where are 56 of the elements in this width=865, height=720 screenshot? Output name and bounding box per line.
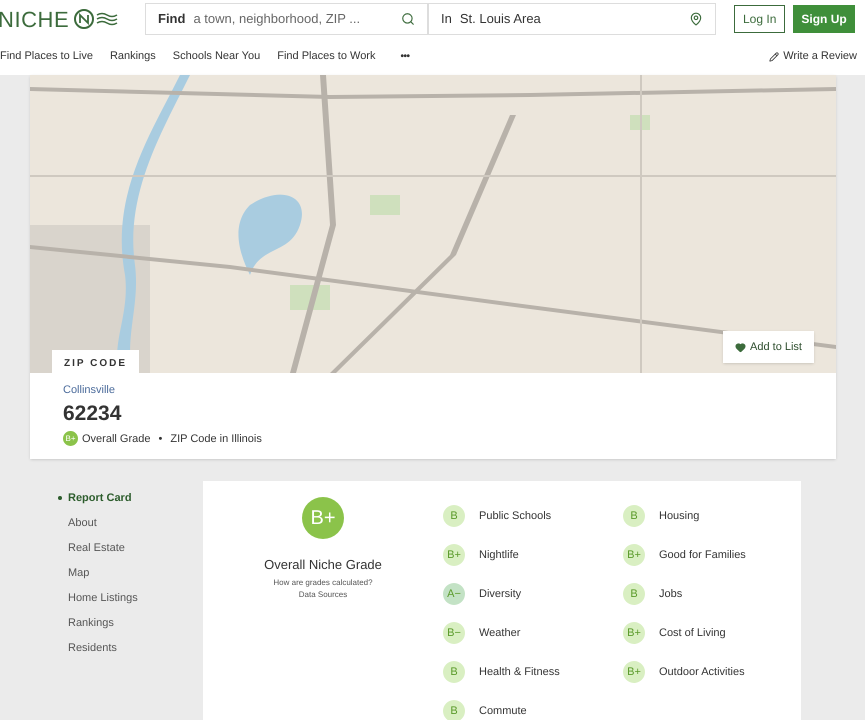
- grade-category: Weather: [479, 626, 520, 641]
- city-link[interactable]: Collinsville: [63, 382, 836, 398]
- grade-badge: B: [443, 700, 465, 720]
- nav-link[interactable]: Schools Near You: [172, 48, 260, 65]
- grade-badge: B: [623, 505, 645, 527]
- pencil-icon: [769, 52, 780, 62]
- zip-code-badge: ZIP CODE: [52, 350, 140, 373]
- map-pin-icon: [689, 12, 703, 26]
- grade-badge: B+: [623, 661, 645, 683]
- nav-link[interactable]: Find Places to Work: [277, 48, 376, 65]
- sidebar-item[interactable]: Map: [58, 564, 203, 582]
- grade-badge: B+: [623, 544, 645, 566]
- overall-grade-title: Overall Niche Grade: [264, 556, 382, 574]
- signup-button[interactable]: Sign Up: [793, 5, 855, 33]
- grade-category: Cost of Living: [659, 626, 726, 641]
- logo[interactable]: NICHE: [0, 2, 70, 36]
- login-button[interactable]: Log In: [734, 5, 786, 33]
- grade-badge: B: [623, 583, 645, 605]
- grades-info-link[interactable]: How are grades calculated?: [273, 576, 373, 588]
- grade-category: Good for Families: [659, 548, 746, 563]
- grade-category: Nightlife: [479, 548, 519, 563]
- overall-grade-badge: B+: [302, 497, 344, 539]
- nav-link[interactable]: Find Places to Live: [0, 48, 93, 65]
- location-field[interactable]: In St. Louis Area: [428, 3, 716, 35]
- sidebar-item[interactable]: Real Estate: [58, 539, 203, 557]
- grade-category: Jobs: [659, 586, 682, 602]
- grade-label: Overall Grade: [82, 432, 150, 446]
- grade-category: Diversity: [479, 586, 522, 602]
- nav-link[interactable]: Rankings: [110, 48, 156, 65]
- grade-category: Health & Fitness: [479, 664, 560, 680]
- grade-category: Commute: [479, 704, 527, 719]
- grade-badge: B−: [443, 622, 465, 644]
- more-button[interactable]: •••: [400, 49, 410, 64]
- data-sources-link[interactable]: Data Sources: [298, 588, 348, 600]
- write-review-link[interactable]: Write a Review: [769, 48, 857, 65]
- grade-badge: B+: [63, 431, 78, 446]
- sidebar-item[interactable]: Home Listings: [58, 589, 203, 607]
- place-type: ZIP Code in Illinois: [170, 432, 262, 446]
- sidebar-item[interactable]: Rankings: [58, 614, 203, 632]
- grade-badge: B: [443, 661, 465, 683]
- grade-badge: A−: [443, 583, 465, 605]
- grade-badge: B: [443, 505, 465, 527]
- grade-category: Outdoor Activities: [659, 664, 745, 680]
- sidebar-item[interactable]: Report Card: [58, 489, 203, 507]
- search-field[interactable]: Find a town, neighborhood, ZIP ...: [145, 3, 428, 35]
- heart-icon: [735, 342, 746, 352]
- add-to-list-button[interactable]: Add to List: [723, 331, 814, 363]
- grade-category: Public Schools: [479, 508, 552, 524]
- grade-category: Housing: [659, 508, 700, 524]
- zip-title: 62234: [63, 400, 122, 426]
- grade-badge: B+: [623, 622, 645, 644]
- grade-badge: B+: [443, 544, 465, 566]
- sidebar-item[interactable]: About: [58, 514, 203, 532]
- sidebar-item[interactable]: Residents: [58, 639, 203, 657]
- search-icon: [401, 12, 415, 26]
- separator: •: [158, 432, 162, 446]
